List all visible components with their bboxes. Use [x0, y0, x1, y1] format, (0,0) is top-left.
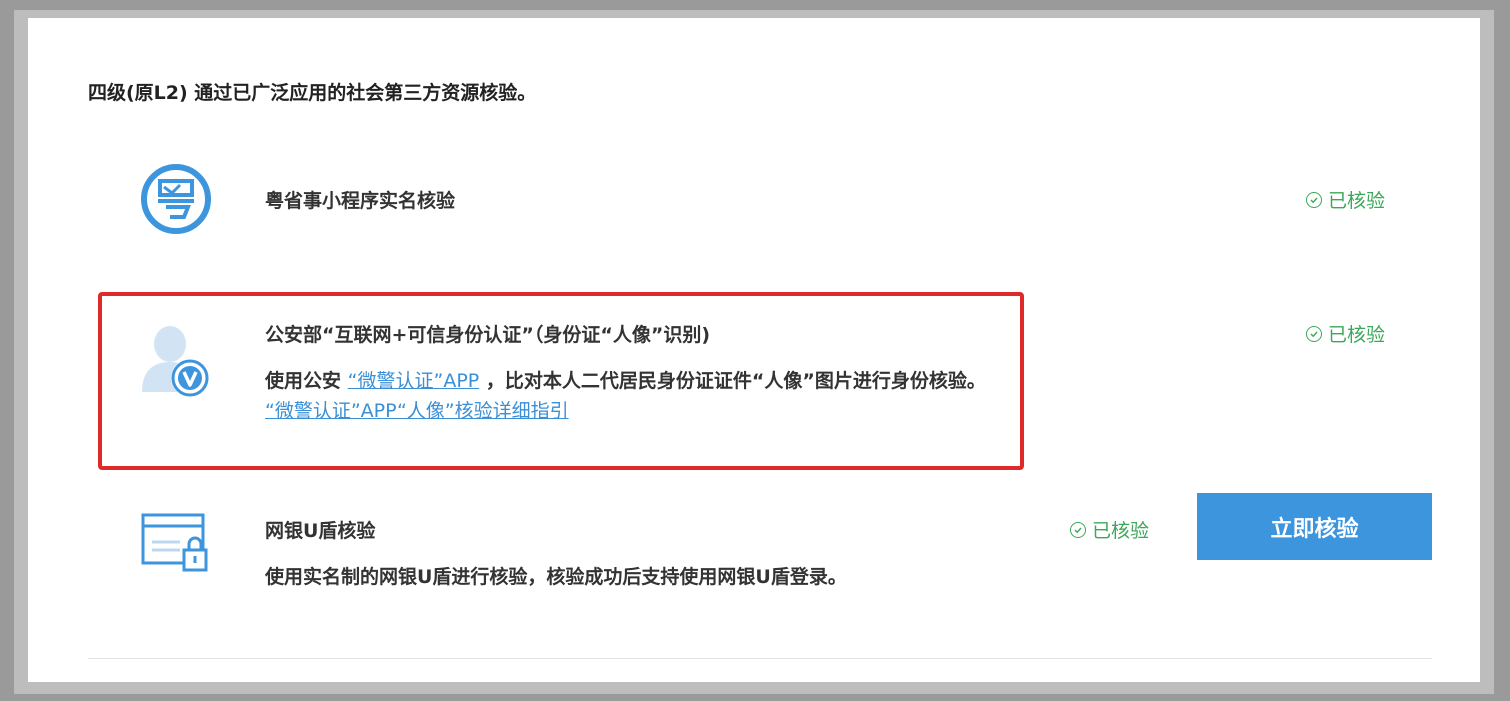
level-title: 四级(原L2) 通过已广泛应用的社会第三方资源核验。 [88, 82, 537, 104]
check-icon [1070, 521, 1086, 538]
status-text: 已核验 [1328, 324, 1386, 346]
check-icon [1306, 325, 1322, 342]
status-text: 已核验 [1092, 520, 1150, 542]
status-text: 已核验 [1328, 190, 1386, 212]
bank-ukey-icon [140, 512, 214, 578]
weijing-guide-link[interactable]: “微警认证”APP“人像”核验详细指引 [265, 400, 569, 422]
user-verified-icon [138, 322, 214, 402]
status-badge: 已核验 [1306, 320, 1385, 347]
verification-panel: 四级(原L2) 通过已广泛应用的社会第三方资源核验。 粤省事小程序实名核验 已核… [28, 18, 1480, 682]
verify-now-button[interactable]: 立即核验 [1197, 493, 1432, 560]
item-desc-ukey: 使用实名制的网银U盾进行核验，核验成功后支持使用网银U盾登录。 [265, 566, 847, 588]
weijing-app-link[interactable]: “微警认证”APP [348, 370, 480, 392]
check-icon [1306, 191, 1322, 208]
item-title-ukey: 网银U盾核验 [265, 520, 376, 542]
item-desc-police: 使用公安 “微警认证”APP ，比对本人二代居民身份证证件“人像”图片进行身份核… [265, 370, 986, 422]
status-badge: 已核验 [1306, 186, 1385, 213]
divider [88, 658, 1432, 659]
yue-logo-icon [140, 163, 212, 239]
status-badge: 已核验 [1070, 516, 1149, 543]
item-title-yue: 粤省事小程序实名核验 [265, 190, 456, 212]
item-title-police: 公安部“互联网+可信身份认证”（身份证“人像”识别) [265, 324, 711, 346]
